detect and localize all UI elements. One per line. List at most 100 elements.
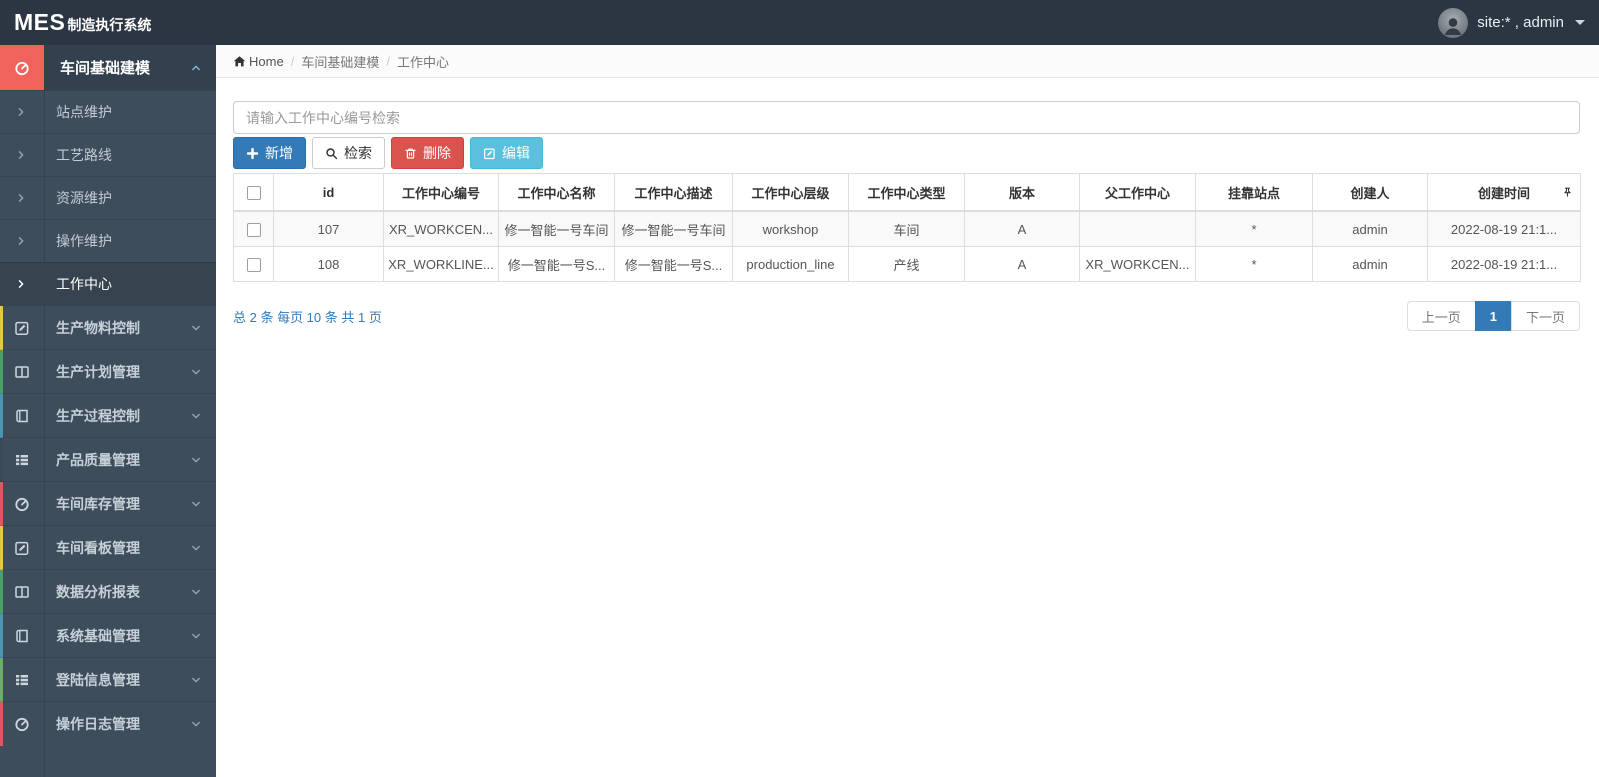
column-header-parent[interactable]: 父工作中心 bbox=[1079, 173, 1196, 212]
sidebar-subitem-work-center[interactable]: 工作中心 bbox=[0, 262, 216, 305]
column-header-name[interactable]: 工作中心名称 bbox=[498, 173, 615, 212]
sidebar-item-system-management[interactable]: 系统基础管理 bbox=[0, 613, 216, 658]
breadcrumb-home[interactable]: Home bbox=[233, 54, 284, 69]
column-header-code[interactable]: 工作中心编号 bbox=[383, 173, 499, 212]
sidebar-item-process-control[interactable]: 生产过程控制 bbox=[0, 393, 216, 438]
column-header-station[interactable]: 挂靠站点 bbox=[1195, 173, 1313, 212]
sidebar-subitem-operation-maintenance[interactable]: 操作维护 bbox=[0, 219, 216, 262]
sidebar-item-operation-log[interactable]: 操作日志管理 bbox=[0, 701, 216, 746]
column-header-id[interactable]: id bbox=[273, 173, 384, 212]
sidebar-subitem-station-maintenance[interactable]: 站点维护 bbox=[0, 90, 216, 133]
app-logo-sub: 制造执行系统 bbox=[67, 17, 152, 33]
sidebar-subitem-label: 资源维护 bbox=[56, 190, 112, 206]
sidebar-item-label: 生产物料控制 bbox=[56, 319, 140, 336]
chevron-down-icon bbox=[190, 586, 202, 598]
main-content: Home / 车间基础建模 / 工作中心 新增 检索 删除 编辑 bbox=[216, 45, 1599, 777]
chevron-up-icon bbox=[190, 62, 202, 74]
chevron-down-icon bbox=[190, 630, 202, 642]
next-page-button[interactable]: 下一页 bbox=[1510, 301, 1580, 331]
columns-icon bbox=[0, 584, 44, 600]
sidebar-item-data-analysis[interactable]: 数据分析报表 bbox=[0, 569, 216, 614]
chevron-down-icon bbox=[190, 674, 202, 686]
caret-down-icon bbox=[1575, 20, 1585, 25]
cell-level: production_line bbox=[732, 246, 849, 282]
column-header-label: 创建时间 bbox=[1477, 185, 1530, 201]
color-strip bbox=[0, 526, 3, 570]
breadcrumb-separator: / bbox=[290, 53, 295, 69]
sidebar-subitem-label: 操作维护 bbox=[56, 233, 112, 249]
app-logo-main: MES bbox=[14, 9, 66, 35]
th-list-icon bbox=[0, 672, 44, 688]
cell-created-time: 2022-08-19 21:1... bbox=[1427, 210, 1581, 247]
color-strip bbox=[0, 702, 3, 746]
dashboard-icon bbox=[0, 716, 44, 732]
table-row[interactable]: 107 XR_WORKCEN... 修一智能一号车间 修一智能一号车间 work… bbox=[233, 210, 1581, 247]
column-header-level[interactable]: 工作中心层级 bbox=[732, 173, 849, 212]
toolbar: 新增 检索 删除 编辑 bbox=[233, 137, 1580, 169]
column-header-created-time[interactable]: 创建时间 bbox=[1427, 173, 1581, 212]
delete-button-label: 删除 bbox=[423, 145, 451, 161]
breadcrumb-item[interactable]: 车间基础建模 bbox=[301, 52, 379, 71]
user-menu[interactable]: site:* , admin bbox=[1438, 7, 1585, 38]
chevron-down-icon bbox=[190, 410, 202, 422]
row-select-checkbox[interactable] bbox=[246, 257, 261, 272]
search-input[interactable] bbox=[233, 101, 1580, 134]
cell-type: 车间 bbox=[848, 210, 965, 247]
sidebar-subitem-label: 站点维护 bbox=[56, 104, 112, 120]
sidebar-item-label: 产品质量管理 bbox=[56, 451, 140, 468]
add-button[interactable]: 新增 bbox=[233, 137, 306, 169]
cell-type: 产线 bbox=[848, 246, 965, 282]
edit-button[interactable]: 编辑 bbox=[470, 137, 543, 169]
cell-description: 修一智能一号S... bbox=[614, 246, 733, 282]
sidebar-item-label: 车间看板管理 bbox=[56, 539, 140, 556]
dashboard-icon bbox=[0, 496, 44, 512]
work-center-table: id 工作中心编号 工作中心名称 工作中心描述 工作中心层级 工作中心类型 版本… bbox=[233, 173, 1581, 282]
select-all-checkbox[interactable] bbox=[246, 185, 261, 200]
page-number-button[interactable]: 1 bbox=[1474, 301, 1512, 331]
user-label: site:* , admin bbox=[1477, 14, 1564, 31]
column-header-type[interactable]: 工作中心类型 bbox=[848, 173, 965, 212]
color-strip bbox=[0, 658, 3, 702]
chevron-down-icon bbox=[190, 498, 202, 510]
sidebar-item-label: 操作日志管理 bbox=[56, 715, 140, 732]
search-button[interactable]: 检索 bbox=[312, 137, 385, 169]
table-row[interactable]: 108 XR_WORKLINE... 修一智能一号S... 修一智能一号S...… bbox=[233, 246, 1581, 282]
color-strip bbox=[0, 482, 3, 526]
column-header-version[interactable]: 版本 bbox=[964, 173, 1080, 212]
sidebar-subitem-process-route[interactable]: 工艺路线 bbox=[0, 133, 216, 176]
pin-icon[interactable] bbox=[1562, 186, 1573, 198]
app-logo[interactable]: MES 制造执行系统 bbox=[14, 9, 151, 36]
row-select-cell bbox=[233, 210, 274, 247]
cell-version: A bbox=[964, 246, 1080, 282]
sidebar-item-login-info[interactable]: 登陆信息管理 bbox=[0, 657, 216, 702]
sidebar-item-production-plan[interactable]: 生产计划管理 bbox=[0, 349, 216, 394]
search-icon bbox=[325, 147, 338, 160]
chevron-down-icon bbox=[190, 718, 202, 730]
sidebar-item-kanban-management[interactable]: 车间看板管理 bbox=[0, 525, 216, 570]
column-header-creator[interactable]: 创建人 bbox=[1312, 173, 1428, 212]
sidebar-item-label: 生产过程控制 bbox=[56, 407, 140, 424]
column-header-description[interactable]: 工作中心描述 bbox=[614, 173, 733, 212]
sidebar-item-quality-management[interactable]: 产品质量管理 bbox=[0, 437, 216, 482]
row-select-checkbox[interactable] bbox=[246, 222, 261, 237]
prev-page-button[interactable]: 上一页 bbox=[1406, 301, 1476, 331]
sidebar-item-inventory-management[interactable]: 车间库存管理 bbox=[0, 481, 216, 526]
sidebar-item-material-control[interactable]: 生产物料控制 bbox=[0, 305, 216, 350]
th-list-icon bbox=[0, 452, 44, 468]
color-strip bbox=[0, 394, 3, 438]
chevron-down-icon bbox=[190, 322, 202, 334]
cell-parent bbox=[1079, 210, 1196, 247]
sidebar-item-label: 登陆信息管理 bbox=[56, 671, 140, 688]
sidebar-item-label: 车间库存管理 bbox=[56, 495, 140, 512]
cell-code: XR_WORKLINE... bbox=[383, 246, 499, 282]
sidebar-item-label: 数据分析报表 bbox=[56, 583, 140, 600]
sidebar-subitem-label: 工作中心 bbox=[56, 276, 112, 292]
color-strip bbox=[0, 306, 3, 350]
sidebar-subitem-resource-maintenance[interactable]: 资源维护 bbox=[0, 176, 216, 219]
delete-button[interactable]: 删除 bbox=[391, 137, 464, 169]
search-button-label: 检索 bbox=[344, 145, 372, 161]
sidebar-item-workshop-modeling[interactable]: 车间基础建模 bbox=[0, 45, 216, 90]
breadcrumb-separator: / bbox=[386, 53, 390, 69]
edit-icon bbox=[483, 147, 496, 160]
breadcrumb-current: 工作中心 bbox=[396, 54, 449, 70]
